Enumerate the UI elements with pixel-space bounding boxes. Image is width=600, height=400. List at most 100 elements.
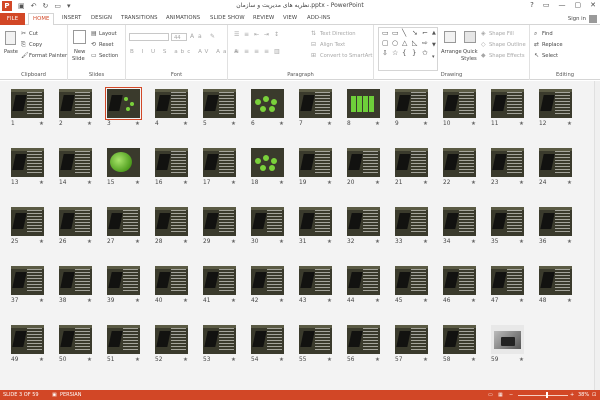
slide-thumbnail[interactable] bbox=[105, 87, 142, 120]
transition-star-icon[interactable]: ★ bbox=[135, 298, 140, 304]
vertical-scrollbar[interactable] bbox=[594, 81, 600, 390]
account-avatar[interactable] bbox=[589, 15, 597, 23]
slide-thumbnail[interactable] bbox=[299, 148, 332, 177]
slide-thumbnail[interactable] bbox=[491, 207, 524, 236]
numbering-icon[interactable]: ≡ bbox=[244, 32, 249, 38]
format-painter-button[interactable]: Format Painter bbox=[29, 53, 67, 59]
new-slide-icon[interactable] bbox=[73, 30, 86, 44]
zoom-in-icon[interactable]: + bbox=[570, 392, 574, 398]
slide-sorter-view[interactable]: 1 ★ 2 ★ 3 ★ 4 ★ 5 ★ 6 ★ 7 ★ 8 ★ 9 ★ 10 ★ 11 ★ 12 ★ 13 ★ 14 ★ 15 ★ 16 ★ 1… bbox=[0, 81, 600, 390]
section-button[interactable]: Section bbox=[99, 53, 118, 59]
minimize-icon[interactable]: — bbox=[559, 1, 566, 9]
align-text-button[interactable]: Align Text bbox=[320, 42, 345, 48]
slide-thumbnail[interactable] bbox=[59, 325, 92, 354]
slide-thumbnail[interactable] bbox=[299, 325, 332, 354]
star5-shape-icon[interactable]: ✩ bbox=[422, 50, 428, 57]
select-button[interactable]: Select bbox=[542, 53, 558, 59]
slide-thumbnail[interactable] bbox=[203, 266, 236, 295]
transition-star-icon[interactable]: ★ bbox=[423, 298, 428, 304]
transition-star-icon[interactable]: ★ bbox=[519, 239, 524, 245]
slide-thumbnail[interactable] bbox=[347, 325, 380, 354]
transition-star-icon[interactable]: ★ bbox=[375, 121, 380, 127]
fit-to-window-icon[interactable]: ⊡ bbox=[592, 392, 596, 398]
shape-fill-button[interactable]: Shape Fill bbox=[489, 31, 514, 37]
transition-star-icon[interactable]: ★ bbox=[279, 357, 284, 363]
font-format-buttons[interactable]: B I U S abc AV Aa A bbox=[130, 49, 241, 55]
transition-star-icon[interactable]: ★ bbox=[183, 239, 188, 245]
transition-star-icon[interactable]: ★ bbox=[87, 180, 92, 186]
cut-button[interactable]: Cut bbox=[29, 31, 38, 37]
transition-star-icon[interactable]: ★ bbox=[471, 121, 476, 127]
slide-sorter-view-icon[interactable]: ▦ bbox=[498, 392, 503, 398]
copy-button[interactable]: Copy bbox=[29, 42, 42, 48]
slide-thumbnail[interactable] bbox=[155, 89, 188, 118]
slide-thumbnail[interactable] bbox=[59, 89, 92, 118]
slide-thumbnail[interactable] bbox=[299, 89, 332, 118]
slide-thumbnail[interactable] bbox=[443, 266, 476, 295]
right-triangle-icon[interactable]: ◺ bbox=[412, 40, 417, 47]
slide-thumbnail[interactable] bbox=[491, 266, 524, 295]
slide-thumbnail[interactable] bbox=[251, 148, 284, 177]
slide-thumbnail[interactable] bbox=[155, 207, 188, 236]
textbox-shape-icon[interactable]: ▭ bbox=[382, 30, 389, 37]
tab-slide-show[interactable]: SLIDE SHOW bbox=[210, 15, 245, 21]
slide-thumbnail[interactable] bbox=[251, 266, 284, 295]
arrange-button[interactable]: Arrange bbox=[441, 49, 462, 55]
line-spacing-icon[interactable]: ↕ bbox=[274, 32, 279, 38]
columns-icon[interactable]: ▥ bbox=[274, 49, 280, 55]
zoom-slider-track[interactable] bbox=[518, 394, 568, 396]
new-slide-button-line2[interactable]: Slide bbox=[72, 56, 85, 62]
transition-star-icon[interactable]: ★ bbox=[39, 357, 44, 363]
transition-star-icon[interactable]: ★ bbox=[135, 357, 140, 363]
align-right-icon[interactable]: ≡ bbox=[254, 49, 259, 55]
arrow-shape-icon[interactable]: ➘ bbox=[412, 30, 418, 37]
zoom-out-icon[interactable]: − bbox=[509, 392, 513, 398]
quick-styles-button-line2[interactable]: Styles bbox=[461, 56, 477, 62]
shape-outline-button[interactable]: Shape Outline bbox=[489, 42, 526, 48]
tab-animations[interactable]: ANIMATIONS bbox=[166, 15, 200, 21]
transition-star-icon[interactable]: ★ bbox=[327, 357, 332, 363]
maximize-icon[interactable]: ▢ bbox=[575, 1, 582, 9]
transition-star-icon[interactable]: ★ bbox=[39, 298, 44, 304]
transition-star-icon[interactable]: ★ bbox=[279, 121, 284, 127]
oval-shape-icon[interactable]: ○ bbox=[392, 40, 398, 47]
transition-star-icon[interactable]: ★ bbox=[327, 121, 332, 127]
slide-thumbnail[interactable] bbox=[395, 207, 428, 236]
transition-star-icon[interactable]: ★ bbox=[279, 239, 284, 245]
transition-star-icon[interactable]: ★ bbox=[87, 298, 92, 304]
tab-insert[interactable]: INSERT bbox=[62, 15, 81, 21]
slide-thumbnail[interactable] bbox=[491, 325, 524, 354]
slide-thumbnail[interactable] bbox=[347, 266, 380, 295]
text-direction-button[interactable]: Text Direction bbox=[320, 31, 356, 37]
transition-star-icon[interactable]: ★ bbox=[519, 357, 524, 363]
slide-thumbnail[interactable] bbox=[107, 148, 140, 177]
transition-star-icon[interactable]: ★ bbox=[183, 298, 188, 304]
transition-star-icon[interactable]: ★ bbox=[567, 121, 572, 127]
slide-thumbnail[interactable] bbox=[299, 207, 332, 236]
slide-thumbnail[interactable] bbox=[59, 148, 92, 177]
replace-button[interactable]: Replace bbox=[542, 42, 563, 48]
slide-thumbnail[interactable] bbox=[491, 89, 524, 118]
slide-thumbnail[interactable] bbox=[443, 148, 476, 177]
slide-thumbnail[interactable] bbox=[155, 325, 188, 354]
transition-star-icon[interactable]: ★ bbox=[471, 357, 476, 363]
slide-thumbnail[interactable] bbox=[539, 207, 572, 236]
tab-design[interactable]: DESIGN bbox=[91, 15, 112, 21]
slide-thumbnail[interactable] bbox=[347, 207, 380, 236]
transition-star-icon[interactable]: ★ bbox=[279, 298, 284, 304]
transition-star-icon[interactable]: ★ bbox=[375, 357, 380, 363]
transition-star-icon[interactable]: ★ bbox=[135, 180, 140, 186]
close-icon[interactable]: ✕ bbox=[590, 1, 596, 9]
reset-button[interactable]: Reset bbox=[99, 42, 114, 48]
transition-star-icon[interactable]: ★ bbox=[327, 298, 332, 304]
tab-transitions[interactable]: TRANSITIONS bbox=[121, 15, 158, 21]
slide-thumbnail[interactable] bbox=[11, 266, 44, 295]
slide-thumbnail[interactable] bbox=[539, 148, 572, 177]
rounded-rect-icon[interactable]: ▢ bbox=[382, 40, 389, 47]
slide-thumbnail[interactable] bbox=[347, 148, 380, 177]
transition-star-icon[interactable]: ★ bbox=[567, 239, 572, 245]
slide-thumbnail[interactable] bbox=[347, 89, 380, 118]
transition-star-icon[interactable]: ★ bbox=[279, 180, 284, 186]
gallery-down-icon[interactable]: ▼ bbox=[432, 42, 436, 49]
transition-star-icon[interactable]: ★ bbox=[87, 121, 92, 127]
